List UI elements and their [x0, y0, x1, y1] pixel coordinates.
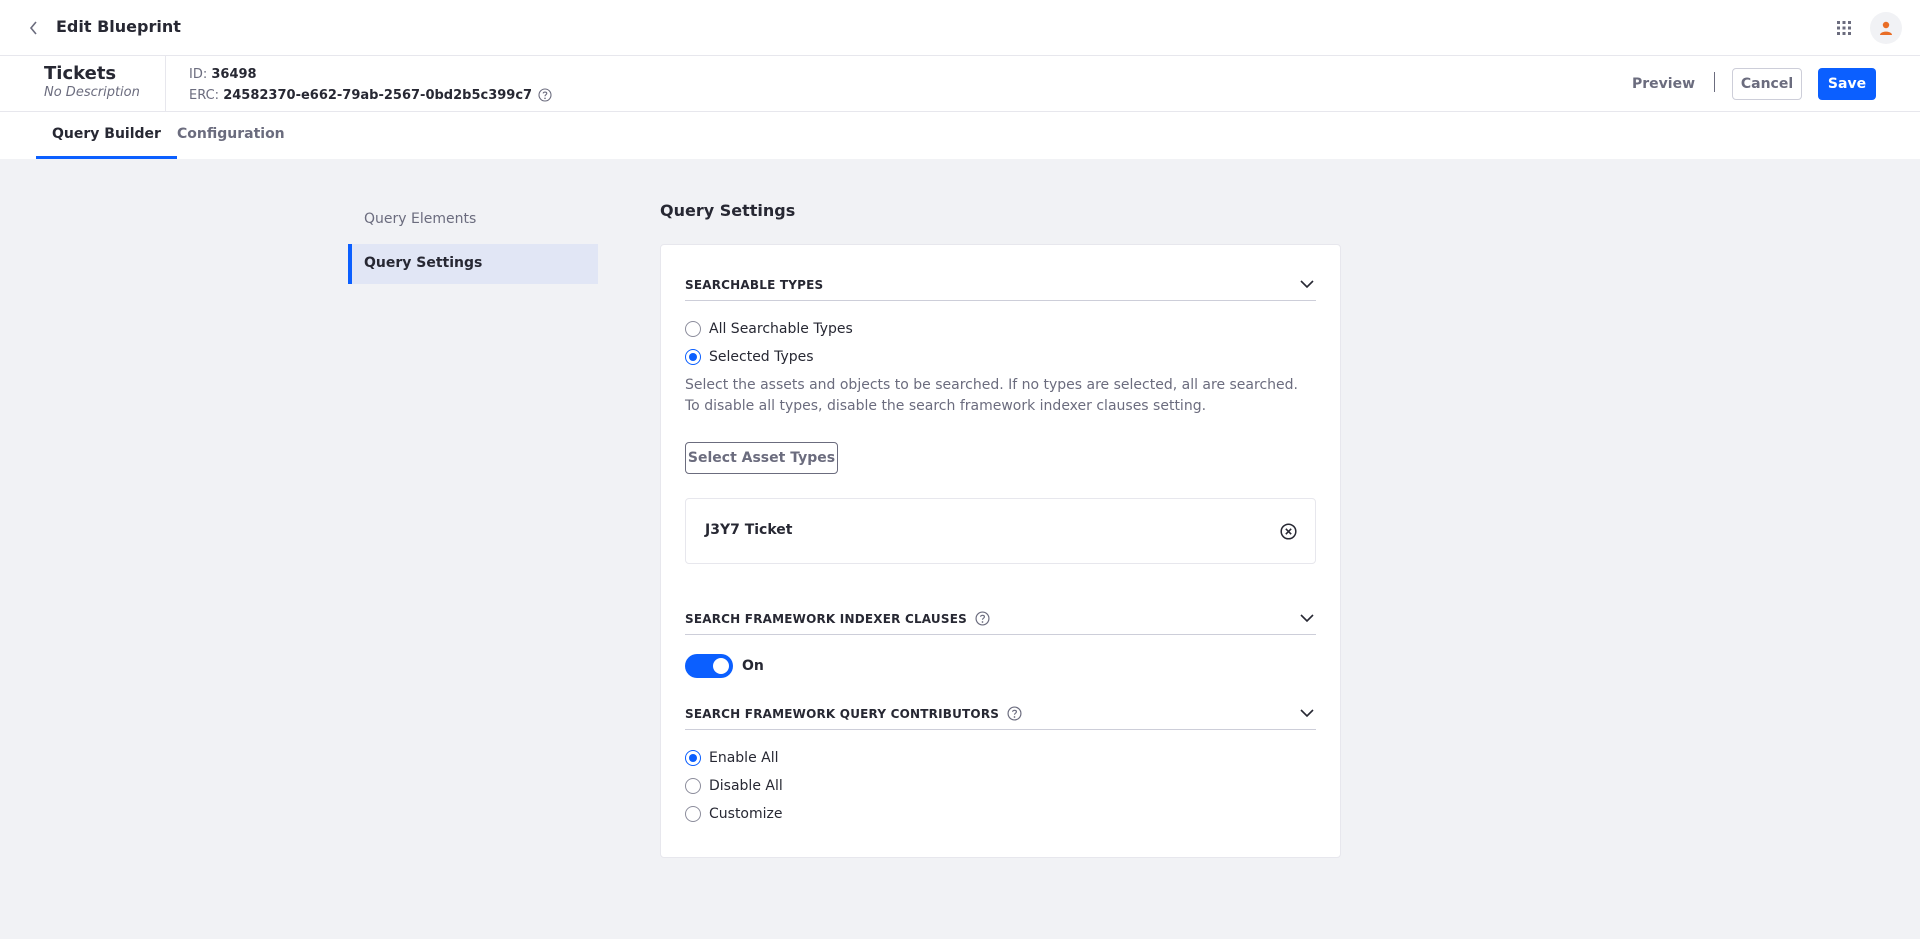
page-title: Edit Blueprint	[56, 17, 181, 36]
indexer-clauses-title-text: SEARCH FRAMEWORK INDEXER CLAUSES	[685, 612, 967, 626]
sidebar-item-query-elements[interactable]: Query Elements	[348, 200, 598, 240]
toggle-switch[interactable]	[685, 654, 733, 678]
chevron-down-icon	[1300, 280, 1314, 289]
question-circle-icon[interactable]	[1007, 706, 1022, 721]
radio-label: Enable All	[709, 750, 779, 766]
top-bar: Edit Blueprint	[0, 0, 1920, 56]
question-circle-icon[interactable]	[975, 611, 990, 626]
blueprint-ids: ID: 36498 ERC: 24582370-e662-79ab-2567-0…	[189, 64, 552, 106]
radio-label: Disable All	[709, 778, 783, 794]
sidebar-item-query-settings[interactable]: Query Settings	[348, 244, 598, 284]
id-value: 36498	[211, 67, 257, 82]
apps-grid-icon	[1837, 21, 1851, 35]
chevron-down-icon	[1300, 709, 1314, 718]
searchable-types-title: SEARCHABLE TYPES	[685, 278, 824, 292]
searchable-types-help: Select the assets and objects to be sear…	[685, 377, 1298, 414]
indexer-clauses-title: SEARCH FRAMEWORK INDEXER CLAUSES	[685, 611, 990, 626]
times-circle-icon	[1279, 522, 1297, 540]
actions-divider	[1714, 72, 1715, 92]
back-button[interactable]	[22, 16, 46, 40]
radio-label: Customize	[709, 806, 783, 822]
tab-query-builder[interactable]: Query Builder	[36, 112, 177, 159]
radio-button[interactable]	[685, 750, 701, 766]
tab-configuration[interactable]: Configuration	[161, 112, 301, 159]
radio-enable-all[interactable]: Enable All	[685, 748, 779, 768]
query-contributors-header[interactable]: SEARCH FRAMEWORK QUERY CONTRIBUTORS	[685, 704, 1316, 730]
blueprint-erc-row: ERC: 24582370-e662-79ab-2567-0bd2b5c399c…	[189, 85, 552, 106]
preview-button[interactable]: Preview	[1632, 76, 1695, 92]
remove-asset-button[interactable]	[1278, 521, 1298, 541]
radio-label: All Searchable Types	[709, 321, 853, 337]
tab-bar: Query Builder Configuration	[0, 112, 1920, 159]
radio-button[interactable]	[685, 321, 701, 337]
blueprint-id-row: ID: 36498	[189, 64, 552, 85]
apps-button[interactable]	[1832, 16, 1856, 40]
toggle-label: On	[742, 658, 764, 674]
radio-all-searchable-types[interactable]: All Searchable Types	[685, 319, 853, 339]
erc-value: 24582370-e662-79ab-2567-0bd2b5c399c7	[223, 88, 533, 103]
indexer-clauses-toggle[interactable]: On	[685, 654, 764, 678]
radio-label: Selected Types	[709, 349, 814, 365]
section-title: Query Settings	[660, 201, 796, 220]
user-icon	[1880, 21, 1892, 35]
radio-button[interactable]	[685, 778, 701, 794]
selected-asset-name: J3Y7 Ticket	[705, 522, 793, 538]
chevron-down-icon	[1300, 614, 1314, 623]
radio-button[interactable]	[685, 349, 701, 365]
radio-customize[interactable]: Customize	[685, 804, 783, 824]
id-label: ID:	[189, 67, 208, 82]
select-asset-types-button[interactable]: Select Asset Types	[685, 442, 838, 474]
erc-help-icon[interactable]	[538, 87, 552, 102]
selected-asset-item: J3Y7 Ticket	[685, 498, 1316, 564]
blueprint-name: Tickets	[44, 63, 117, 84]
radio-disable-all[interactable]: Disable All	[685, 776, 783, 796]
user-avatar[interactable]	[1870, 12, 1902, 44]
query-contributors-title-text: SEARCH FRAMEWORK QUERY CONTRIBUTORS	[685, 707, 1000, 721]
angle-left-icon	[29, 21, 37, 35]
indexer-clauses-header[interactable]: SEARCH FRAMEWORK INDEXER CLAUSES	[685, 609, 1316, 635]
blueprint-name-box: Tickets No Description	[0, 56, 166, 112]
radio-button[interactable]	[685, 806, 701, 822]
save-button[interactable]: Save	[1818, 68, 1876, 100]
radio-selected-types[interactable]: Selected Types	[685, 347, 814, 367]
query-settings-card: SEARCHABLE TYPES All Searchable Types Se…	[660, 244, 1341, 858]
blueprint-description: No Description	[44, 85, 140, 100]
sidebar-nav: Query Elements Query Settings	[348, 200, 598, 284]
cancel-button[interactable]: Cancel	[1732, 68, 1802, 100]
query-contributors-title: SEARCH FRAMEWORK QUERY CONTRIBUTORS	[685, 706, 1022, 721]
searchable-types-header[interactable]: SEARCHABLE TYPES	[685, 275, 1316, 301]
erc-label: ERC:	[189, 88, 220, 103]
